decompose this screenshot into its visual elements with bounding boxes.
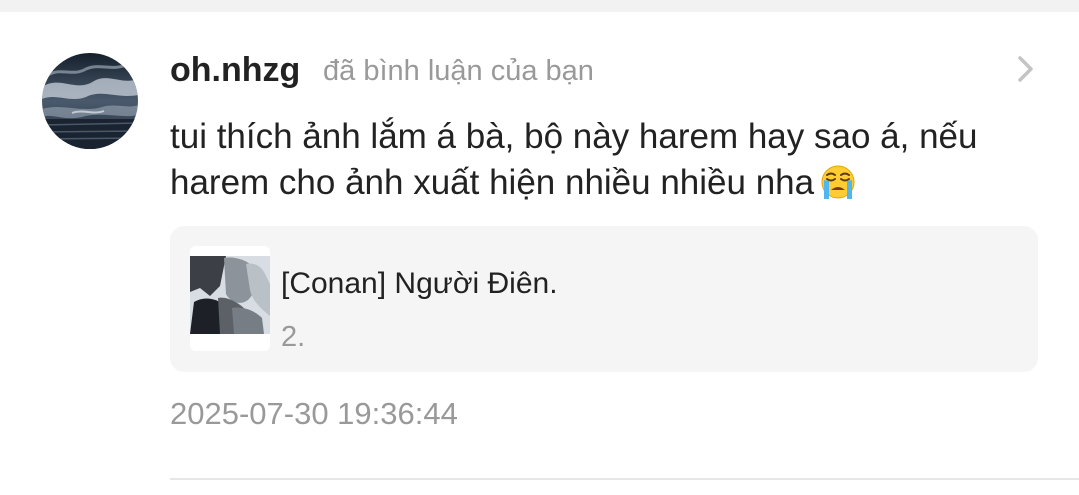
story-card[interactable]: [Conan] Người Điên. 2. bbox=[170, 226, 1038, 372]
divider bbox=[170, 478, 1079, 480]
action-text: đã bình luận của bạn bbox=[323, 55, 594, 87]
timestamp: 2025-07-30 19:36:44 bbox=[170, 396, 458, 431]
avatar[interactable] bbox=[42, 53, 138, 149]
top-separator bbox=[0, 0, 1079, 12]
comment-text-block: tui thích ảnh lắm á bà, bộ này harem hay… bbox=[170, 114, 1040, 206]
story-cover-image bbox=[190, 246, 270, 351]
username[interactable]: oh.nhzg bbox=[170, 50, 300, 90]
story-title[interactable]: [Conan] Người Điên. bbox=[281, 266, 558, 302]
story-chapter: 2. bbox=[281, 321, 306, 353]
comment-notification[interactable]: oh.nhzg đã bình luận của bạn tui thích ả… bbox=[0, 12, 1079, 495]
chevron-right-icon[interactable] bbox=[1012, 52, 1040, 86]
loudly-crying-face-emoji bbox=[818, 161, 858, 201]
